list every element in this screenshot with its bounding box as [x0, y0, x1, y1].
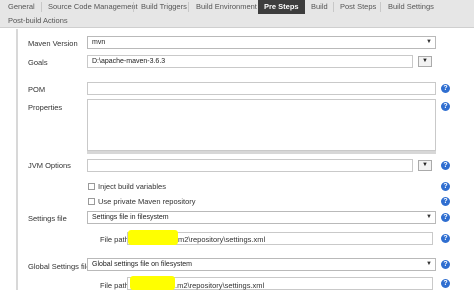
tab-separator [188, 2, 189, 12]
goals-input[interactable]: D:\apache-maven-3.6.3 [87, 55, 413, 68]
jvm-options-label: JVM Options [28, 161, 71, 170]
tab-separator [333, 2, 334, 12]
help-icon[interactable]: ? [441, 234, 450, 243]
help-icon[interactable]: ? [441, 161, 450, 170]
private-repository-label: Use private Maven repository [98, 197, 196, 206]
textarea-resize-handle[interactable] [87, 151, 436, 154]
help-icon[interactable]: ? [441, 213, 450, 222]
maven-version-value: mvn [92, 39, 106, 46]
maven-version-select[interactable]: mvn ▼ [87, 36, 436, 49]
maven-version-label: Maven Version [28, 39, 78, 48]
help-icon[interactable]: ? [441, 84, 450, 93]
pom-input[interactable] [87, 82, 436, 95]
settings-file-value: Settings file in filesystem [92, 214, 169, 221]
global-settings-file-path-value: .m2\repository\settings.xml [175, 281, 265, 290]
properties-label: Properties [28, 103, 63, 112]
tab-general[interactable]: General [8, 0, 35, 14]
tab-build-environment[interactable]: Build Environment [196, 0, 257, 14]
goals-label: Goals [28, 58, 48, 67]
inject-build-variables-label: Inject build variables [98, 182, 166, 191]
pom-label: POM [28, 85, 46, 94]
inject-build-variables-checkbox[interactable] [88, 183, 95, 190]
tab-post-build-actions[interactable]: Post-build Actions [8, 14, 68, 28]
settings-file-label: Settings file [28, 214, 67, 223]
section-indent-bar [16, 29, 18, 290]
global-settings-file-label: Global Settings file [28, 262, 91, 271]
file-path-label: File path [100, 281, 129, 290]
tab-pre-steps[interactable]: Pre Steps [258, 0, 305, 14]
help-icon[interactable]: ? [441, 182, 450, 191]
chevron-down-icon: ▼ [426, 214, 432, 220]
chevron-down-icon: ▼ [426, 261, 432, 267]
tab-separator [41, 2, 42, 12]
tab-build-settings[interactable]: Build Settings [388, 0, 434, 14]
tab-build-triggers[interactable]: Build Triggers [141, 0, 187, 14]
tab-build[interactable]: Build [311, 0, 328, 14]
tab-separator [133, 2, 134, 12]
global-settings-file-select[interactable]: Global settings file on filesystem ▼ [87, 258, 436, 271]
global-settings-file-value: Global settings file on filesystem [92, 261, 192, 268]
help-icon[interactable]: ? [441, 260, 450, 269]
expand-jvm-options-button[interactable]: ▼ [418, 160, 432, 171]
settings-file-path-value: m2\repository\settings.xml [178, 235, 266, 244]
expand-goals-button[interactable]: ▼ [418, 56, 432, 67]
tab-source-code-management[interactable]: Source Code Management [48, 0, 138, 14]
help-icon[interactable]: ? [441, 197, 450, 206]
settings-file-select[interactable]: Settings file in filesystem ▼ [87, 211, 436, 224]
tab-separator [380, 2, 381, 12]
file-path-label: File path [100, 235, 129, 244]
jvm-options-input[interactable] [87, 159, 413, 172]
help-icon[interactable]: ? [441, 279, 450, 288]
tab-bar: General Source Code Management Build Tri… [0, 0, 474, 28]
redaction-highlight [130, 276, 175, 290]
redaction-highlight [128, 230, 178, 245]
tab-post-steps[interactable]: Post Steps [340, 0, 376, 14]
properties-textarea[interactable] [87, 99, 436, 151]
private-repository-checkbox[interactable] [88, 198, 95, 205]
chevron-down-icon: ▼ [426, 39, 432, 45]
help-icon[interactable]: ? [441, 102, 450, 111]
